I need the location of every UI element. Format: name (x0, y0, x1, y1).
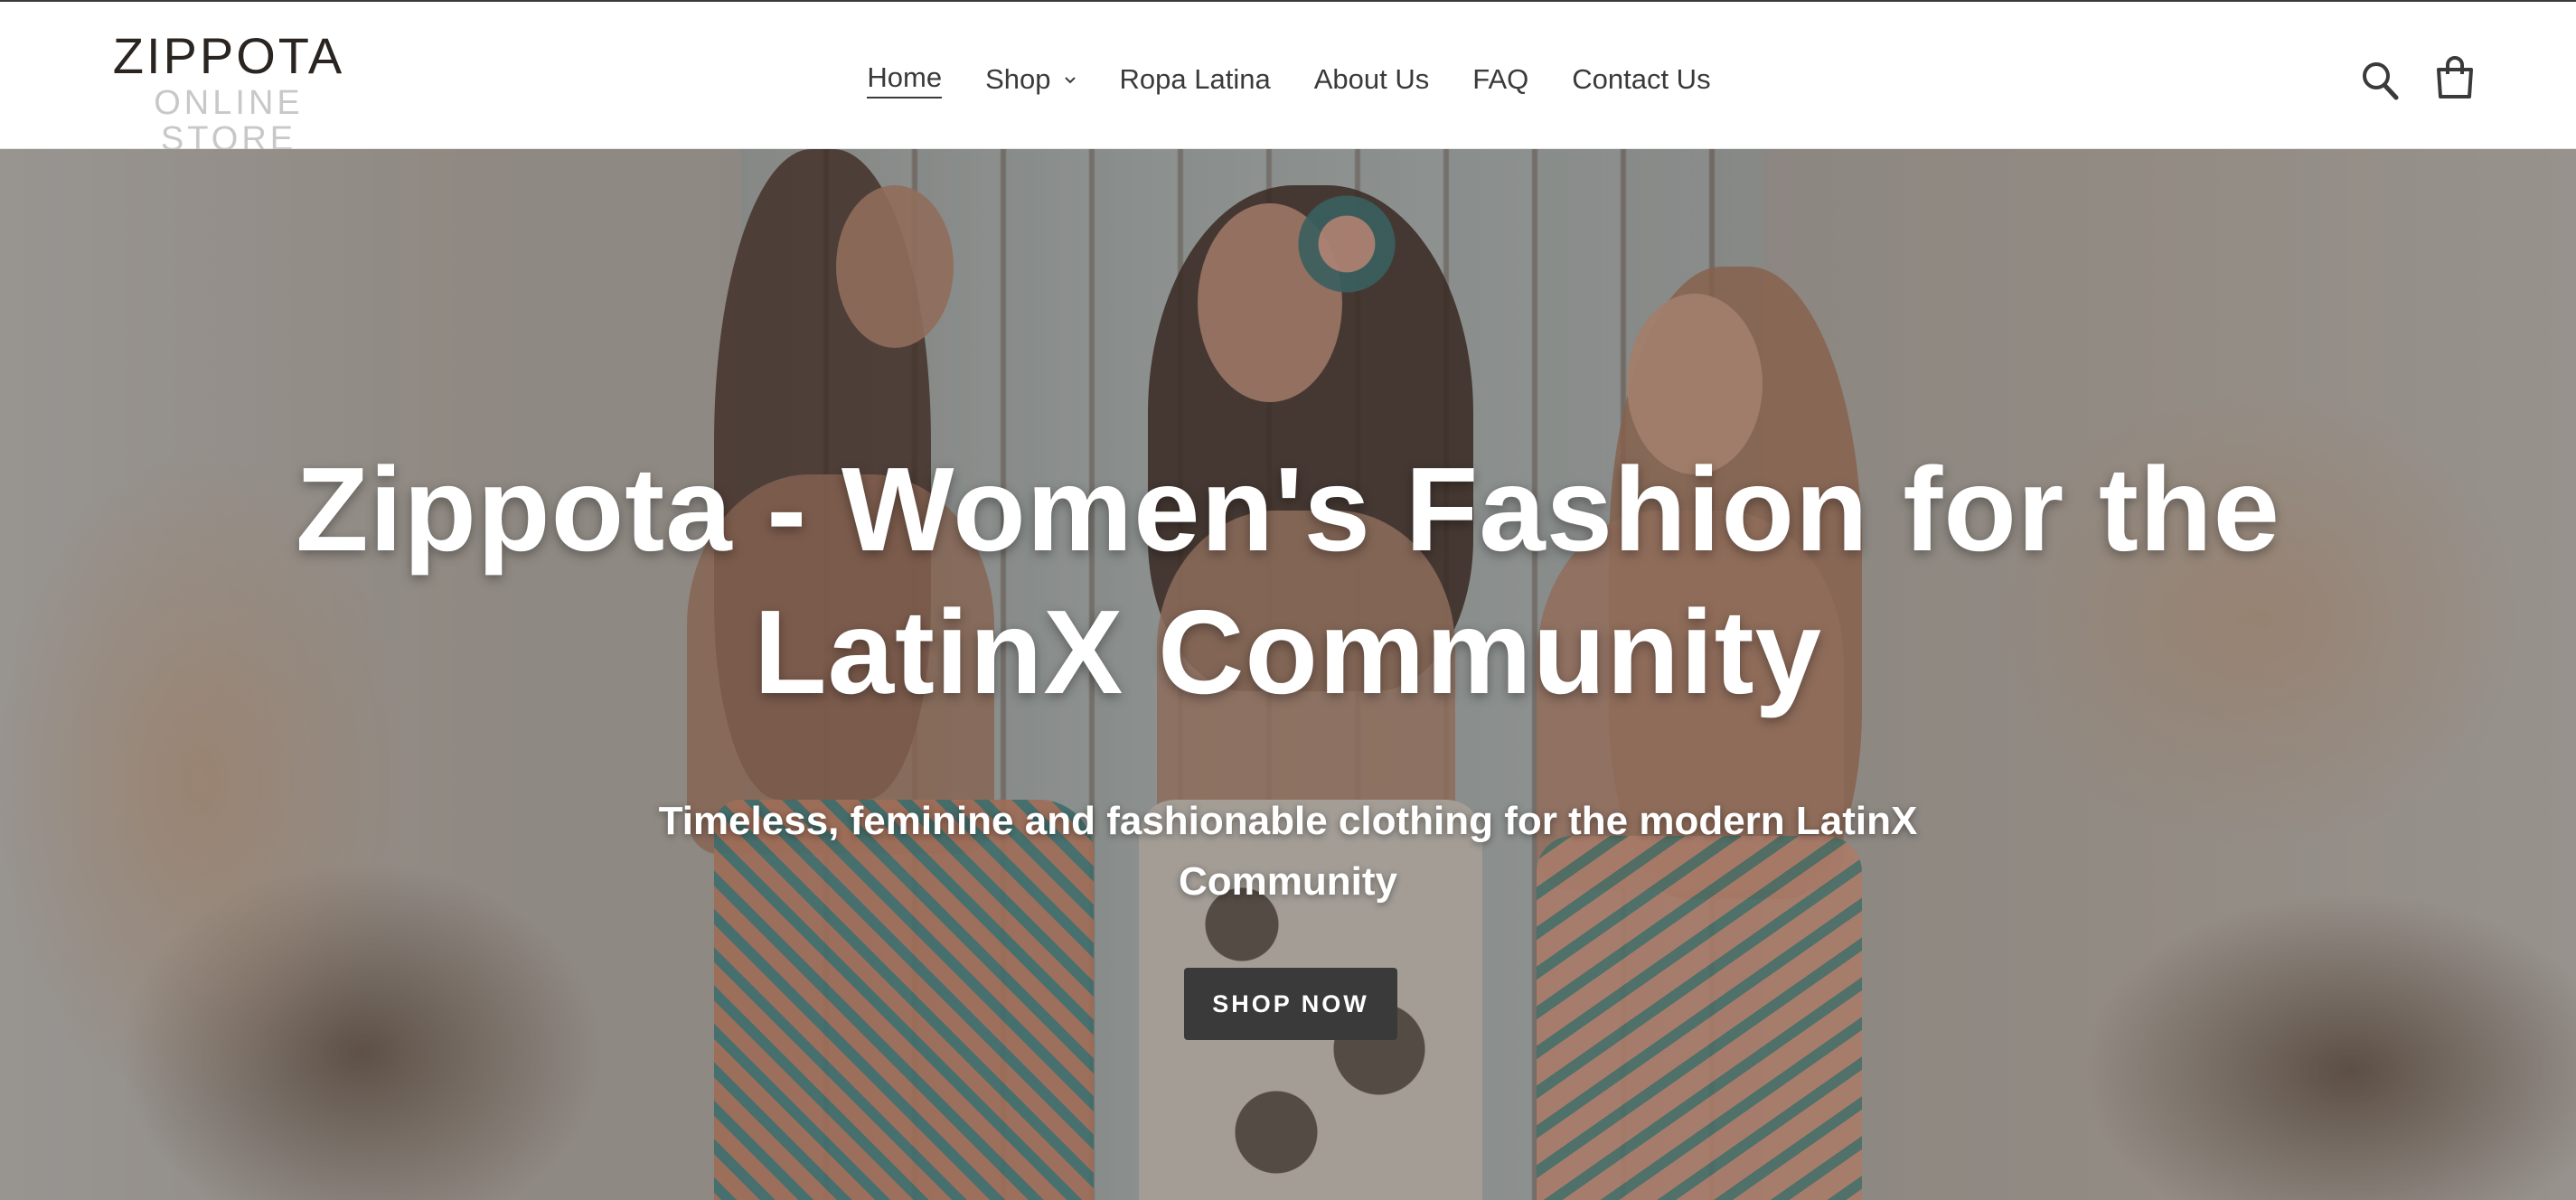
nav-item-label: Ropa Latina (1119, 62, 1271, 95)
shopping-bag-icon (2437, 56, 2473, 98)
site-header: ZIPPOTA ONLINE STORE Home Shop Ropa Lati… (0, 2, 2576, 157)
nav-item-label: Shop (985, 62, 1051, 95)
search-icon (2363, 62, 2399, 100)
nav-item-shop[interactable]: Shop (985, 60, 1076, 98)
shop-now-button[interactable]: SHOP NOW (1184, 968, 1397, 1040)
nav-item-label: Contact Us (1572, 62, 1711, 95)
search-button[interactable] (2361, 60, 2401, 101)
nav-item-label: Home (867, 60, 943, 98)
nav-item-home[interactable]: Home (867, 60, 943, 98)
nav-item-label: About Us (1313, 62, 1430, 95)
nav-item-ropa-latina[interactable]: Ropa Latina (1120, 60, 1271, 98)
nav-item-label: FAQ (1472, 62, 1529, 95)
nav-item-contact-us[interactable]: Contact Us (1572, 60, 1710, 98)
chevron-down-icon (1064, 73, 1076, 86)
nav-item-about-us[interactable]: About Us (1314, 60, 1430, 98)
nav-item-faq[interactable]: FAQ (1472, 60, 1528, 98)
hero-subtitle: Timeless, feminine and fashionable cloth… (658, 799, 1918, 904)
hero-title: Zippota - Women's Fashion for the LatinX… (296, 443, 2280, 718)
hero-banner: Zippota - Women's Fashion for the LatinX… (0, 149, 2576, 1200)
cart-button[interactable] (2435, 56, 2475, 99)
main-nav: Home Shop Ropa Latina About Us FAQ Conta… (0, 60, 2576, 99)
